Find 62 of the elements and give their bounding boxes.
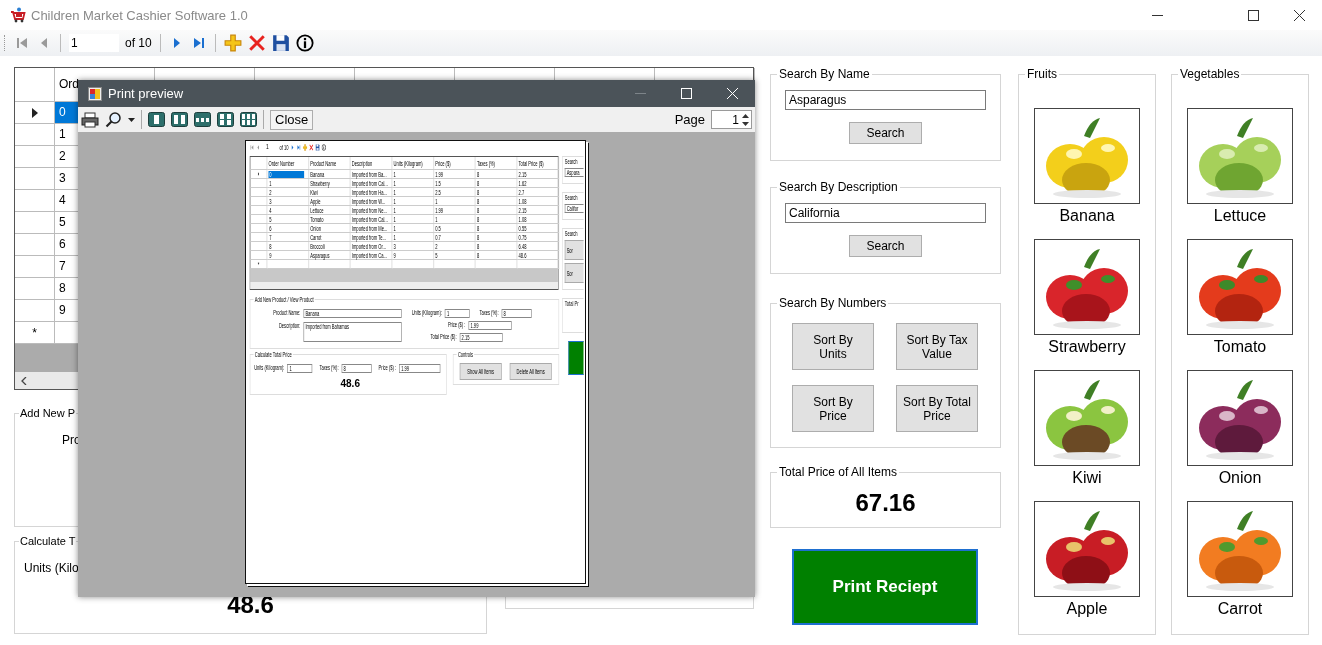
scroll-left-icon[interactable]: [20, 376, 28, 385]
caret-icon[interactable]: [128, 117, 135, 122]
page-layout-icon[interactable]: [240, 112, 257, 127]
group-title: Add New P: [19, 407, 77, 419]
group-title: Vegetables: [1179, 67, 1241, 81]
group-title: Search By Description: [778, 180, 899, 194]
group-title: Search By Name: [778, 67, 871, 81]
group-title: Total Price of All Items: [778, 465, 899, 479]
group-title: Fruits: [1026, 67, 1058, 81]
product-name: Carrot: [1217, 600, 1263, 618]
product-name: Tomato: [1213, 338, 1267, 356]
page-layout-icon[interactable]: [148, 112, 165, 127]
search-button[interactable]: Search: [849, 122, 922, 144]
product-name: Lettuce: [1213, 207, 1267, 225]
product-name: Banana: [1059, 207, 1115, 225]
save-icon[interactable]: [271, 34, 290, 52]
group-title: Calculate T: [19, 535, 77, 547]
position-field: 1: [264, 142, 276, 152]
sort-button[interactable]: Sort By Units: [792, 323, 874, 370]
position-field[interactable]: 1: [69, 34, 119, 52]
total-value: 48.6: [227, 591, 274, 619]
page-layout-icon[interactable]: [194, 112, 211, 127]
record-count: of 10: [125, 36, 152, 50]
page-layout-icon[interactable]: [217, 112, 234, 127]
save-icon[interactable]: [315, 143, 320, 151]
field-label: Units (Kilo: [24, 561, 80, 575]
product-name: Kiwi: [1072, 469, 1102, 487]
close-icon[interactable]: [1293, 9, 1305, 21]
page-spinner[interactable]: 1: [711, 110, 752, 129]
first-record-icon[interactable]: [14, 35, 30, 51]
next-record-icon[interactable]: [290, 143, 295, 151]
window-title: Print preview: [108, 86, 184, 101]
cart-icon: [10, 7, 26, 23]
maximize-icon[interactable]: [1247, 9, 1259, 21]
add-icon[interactable]: [223, 34, 242, 52]
search-button[interactable]: Search: [849, 235, 922, 257]
total-value: 48.6: [340, 378, 360, 389]
product-name: Onion: [1218, 469, 1262, 487]
print-button[interactable]: Print Reciept: [792, 549, 978, 625]
product-name: Apple: [1066, 600, 1108, 618]
current-row-icon: [31, 107, 38, 118]
spinner-arrows-icon[interactable]: [741, 111, 750, 128]
print-icon[interactable]: [81, 111, 99, 128]
sort-button[interactable]: Sort By Total Price: [896, 385, 978, 432]
previous-record-icon[interactable]: [256, 143, 261, 151]
current-row-icon: [257, 172, 260, 176]
close-preview-button[interactable]: Close: [270, 109, 314, 130]
group-title: Search By Numbers: [778, 296, 888, 310]
window-title: Children Market Cashier Software 1.0: [31, 7, 248, 23]
preview-icon: [88, 86, 102, 101]
sort-button[interactable]: Sort By Price: [792, 385, 874, 432]
page-layout-icon[interactable]: [171, 112, 188, 127]
sort-button[interactable]: Sort By Tax Value: [896, 323, 978, 370]
search-field[interactable]: Asparagus: [785, 90, 986, 110]
page-label: Page: [674, 112, 705, 127]
total-value: 67.16: [855, 489, 916, 517]
delete-icon[interactable]: [247, 34, 266, 52]
last-record-icon[interactable]: [296, 143, 301, 151]
search-field[interactable]: California: [785, 203, 986, 223]
product-name: Strawberry: [1048, 338, 1126, 356]
info-icon[interactable]: [295, 34, 314, 52]
zoom-icon[interactable]: [105, 111, 122, 128]
